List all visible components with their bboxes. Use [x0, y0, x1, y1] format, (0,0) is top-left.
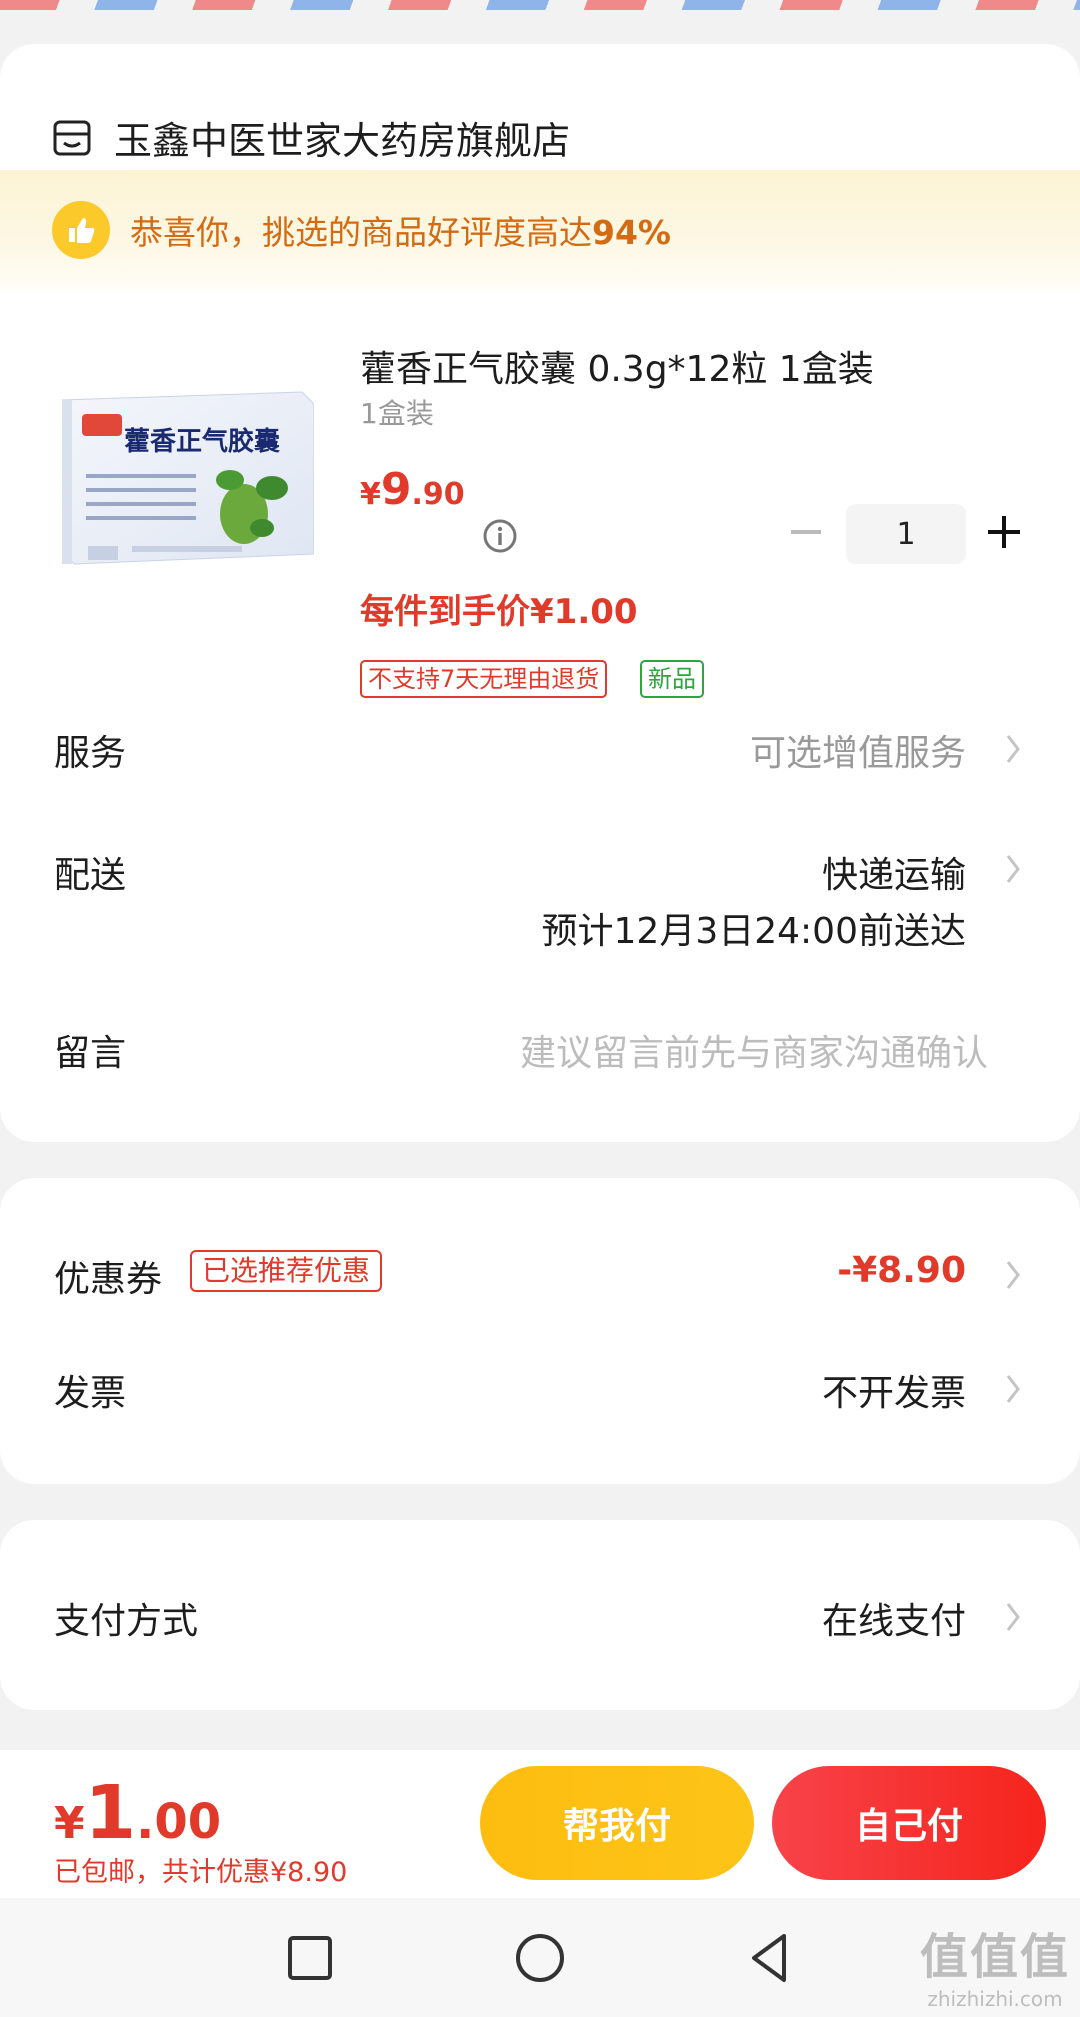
info-icon[interactable]	[482, 518, 518, 554]
airmail-border	[0, 0, 1080, 10]
new-product-tag: 新品	[640, 660, 704, 698]
rating-value: 94%	[592, 213, 671, 252]
invoice-value[interactable]: 不开发票	[822, 1364, 966, 1416]
total-price: ¥1.00	[54, 1770, 221, 1856]
rating-banner-text: 恭喜你，挑选的商品好评度高达94%	[130, 206, 671, 254]
total-decimal: .00	[136, 1794, 222, 1850]
message-input[interactable]: 建议留言前先与商家沟通确认	[520, 1024, 988, 1076]
quantity-decrease-button[interactable]	[788, 512, 824, 552]
help-me-pay-button[interactable]: 帮我付	[480, 1766, 754, 1880]
product-image-label: 藿香正气胶囊	[124, 426, 280, 456]
payment-card: 支付方式 在线支付	[0, 1520, 1080, 1710]
product-price: ¥9.90	[360, 464, 465, 515]
payment-method-label: 支付方式	[54, 1601, 199, 1642]
back-icon[interactable]	[740, 1928, 800, 1988]
plus-icon	[988, 516, 1020, 548]
service-value[interactable]: 可选增值服务	[750, 724, 966, 776]
store-name: 玉鑫中医世家大药房旗舰店	[114, 119, 571, 163]
rating-banner-prefix: 恭喜你，挑选的商品好评度高达	[130, 213, 592, 252]
pay-myself-button[interactable]: 自己付	[772, 1766, 1046, 1880]
price-decimal: .90	[411, 477, 465, 512]
chevron-right-icon[interactable]	[1004, 1600, 1022, 1634]
discount-card: 优惠券 已选推荐优惠 -¥8.90 发票 不开发票	[0, 1178, 1080, 1484]
coupon-value[interactable]: -¥8.90	[837, 1250, 966, 1291]
chevron-right-icon[interactable]	[1004, 852, 1022, 886]
quantity-input[interactable]: 1	[846, 504, 966, 564]
delivery-label: 配送	[54, 855, 127, 896]
recent-apps-icon[interactable]	[280, 1928, 340, 1988]
chevron-right-icon[interactable]	[1004, 1372, 1022, 1406]
price-currency: ¥	[360, 477, 381, 512]
minus-icon	[791, 530, 821, 534]
store-icon	[53, 120, 91, 155]
product-title[interactable]: 藿香正气胶囊 0.3g*12粒 1盒装	[360, 340, 874, 392]
thumbs-up-icon	[52, 201, 110, 259]
invoice-label: 发票	[54, 1373, 127, 1414]
delivery-eta: 预计12月3日24:00前送达	[541, 911, 966, 952]
payment-method-value[interactable]: 在线支付	[822, 1592, 966, 1644]
quantity-increase-button[interactable]	[986, 512, 1022, 552]
watermark-logo: 值值值	[919, 1929, 1070, 1985]
coupon-badge: 已选推荐优惠	[190, 1250, 383, 1292]
chevron-right-icon[interactable]	[1004, 1258, 1022, 1292]
service-label: 服务	[54, 733, 127, 774]
system-nav-bar: 值值值 zhizhizhi.com	[0, 1898, 1080, 2017]
watermark: 值值值 zhizhizhi.com	[920, 1917, 1070, 2011]
coupon-label: 优惠券	[54, 1259, 163, 1300]
product-spec[interactable]: 1盒装	[360, 392, 434, 432]
per-item-price: 每件到手价¥1.00	[360, 592, 638, 632]
chevron-right-icon[interactable]	[1004, 732, 1022, 766]
total-currency: ¥	[54, 1798, 85, 1849]
total-note: 已包邮，共计优惠¥8.90	[54, 1857, 348, 1888]
total-integer: 1	[84, 1770, 137, 1856]
checkout-bar: ¥1.00 已包邮，共计优惠¥8.90 帮我付 自己付	[0, 1750, 1080, 1898]
rating-banner: 恭喜你，挑选的商品好评度高达94%	[0, 170, 1080, 290]
delivery-value[interactable]: 快递运输	[822, 846, 966, 898]
order-card: 玉鑫中医世家大药房旗舰店 恭喜你，挑选的商品好评度高达94% 藿香正气胶囊 藿香…	[0, 44, 1080, 1142]
watermark-url: zhizhizhi.com	[927, 1987, 1063, 2011]
home-icon[interactable]	[510, 1928, 570, 1988]
message-label: 留言	[54, 1033, 127, 1074]
no-return-tag: 不支持7天无理由退货	[360, 660, 608, 698]
product-image[interactable]: 藿香正气胶囊	[61, 388, 315, 622]
price-integer: 9	[380, 464, 412, 515]
store-header[interactable]: 玉鑫中医世家大药房旗舰店	[52, 110, 570, 165]
